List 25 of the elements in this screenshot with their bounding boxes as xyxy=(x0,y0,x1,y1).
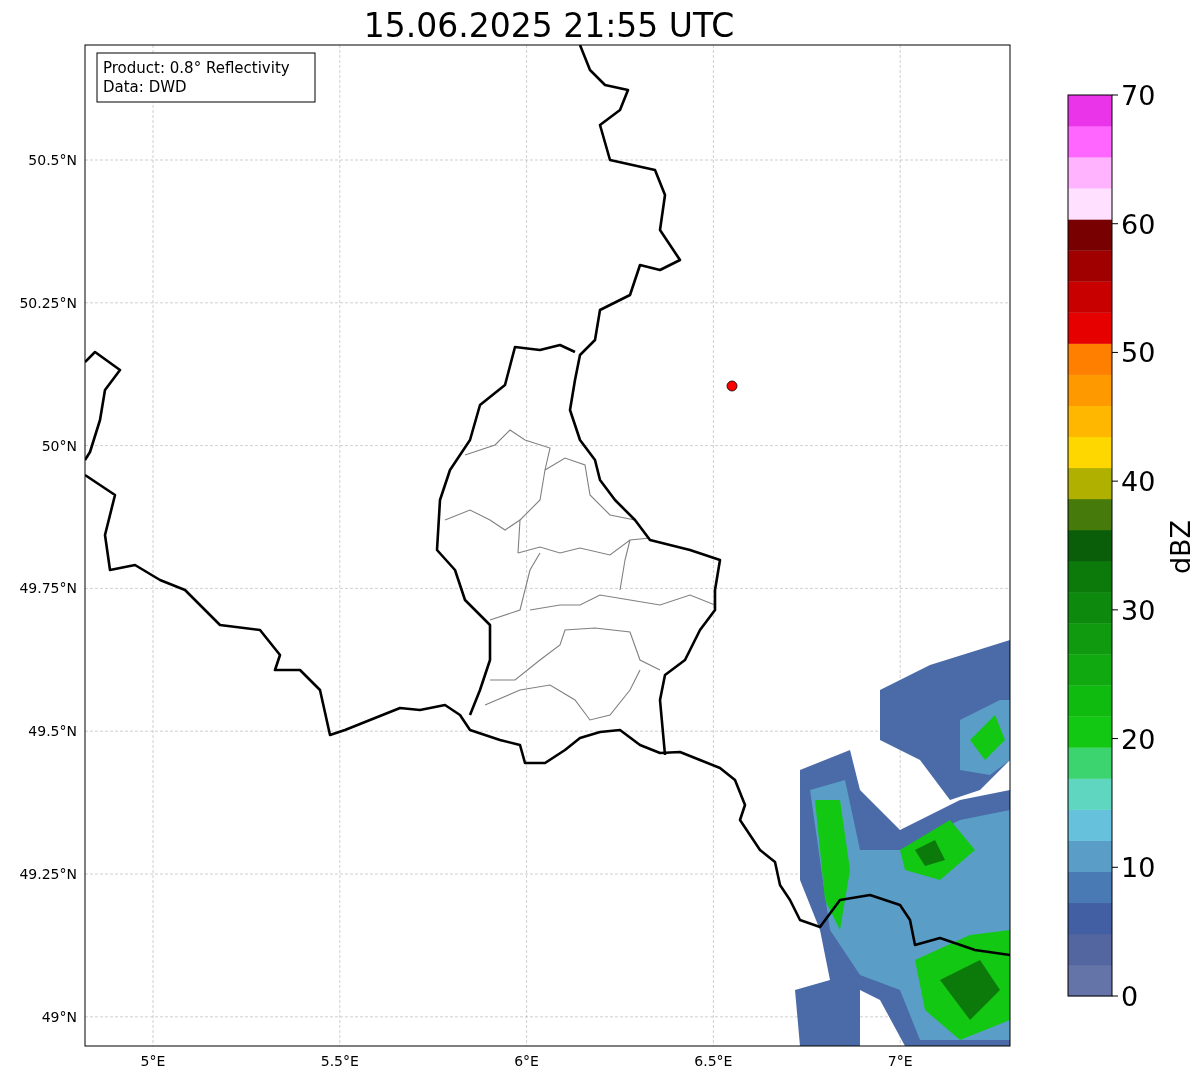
colorbar-tick-label: 20 xyxy=(1121,723,1156,755)
legend-text: Data: DWD xyxy=(103,78,187,96)
latitude-label: 49°N xyxy=(41,1008,77,1025)
colorbar-label: dBZ xyxy=(1165,519,1196,575)
chart-title: 15.06.2025 21:55 UTC xyxy=(363,6,735,45)
latitude-label: 49.5°N xyxy=(28,723,77,740)
longitude-label: 5.5°E xyxy=(320,1053,359,1069)
latitude-label: 49.75°N xyxy=(19,580,77,597)
colorbar-tick-label: 0 xyxy=(1121,981,1139,1012)
longitude-label: 7°E xyxy=(887,1053,913,1069)
colorbar-tick-label: 70 xyxy=(1121,80,1156,111)
colorbar-tick-label: 40 xyxy=(1121,466,1156,498)
radar-site-marker xyxy=(726,380,738,392)
colorbar-tick-label: 50 xyxy=(1121,337,1156,369)
colorbar-tick-label: 30 xyxy=(1121,594,1156,626)
latitude-label: 49.25°N xyxy=(19,866,77,882)
colorbar-tick-label: 10 xyxy=(1121,852,1156,884)
latitude-label: 50.5°N xyxy=(28,152,77,168)
longitude-label: 6°E xyxy=(514,1053,539,1069)
legend-text: Product: 0.8° Reflectivity xyxy=(103,59,290,77)
latitude-label: 50.25°N xyxy=(19,294,77,311)
latitude-label: 50°N xyxy=(41,437,77,454)
longitude-label: 5°E xyxy=(140,1053,166,1069)
colorbar-tick-label: 60 xyxy=(1121,208,1156,240)
longitude-label: 6.5°E xyxy=(694,1053,733,1069)
